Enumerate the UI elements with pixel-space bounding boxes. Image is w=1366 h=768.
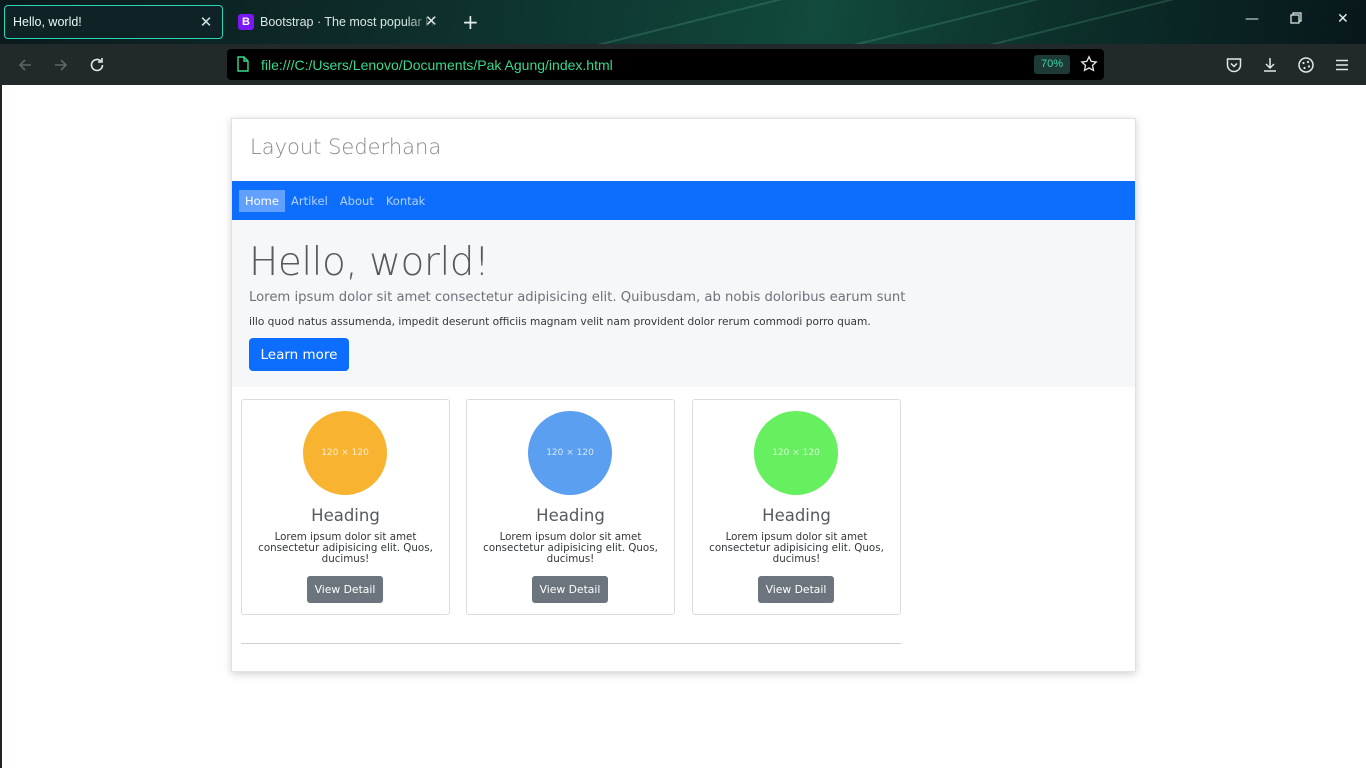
window-edge [0, 85, 2, 768]
image-size-label: 120 × 120 [772, 448, 820, 458]
card-heading: Heading [311, 506, 380, 525]
extensions-icon[interactable] [1296, 55, 1316, 75]
tab-strip: Hello, world! ✕ B Bootstrap · The most p… [0, 0, 1366, 44]
jumbotron-heading: Hello, world! [249, 240, 490, 285]
card-image-placeholder: 120 × 120 [754, 411, 838, 495]
menu-icon[interactable] [1332, 55, 1352, 75]
bookmark-star-icon[interactable] [1080, 55, 1098, 77]
tab-bootstrap[interactable]: B Bootstrap · The most popular HTML, CSS… [236, 5, 440, 39]
forward-icon[interactable] [51, 55, 71, 75]
card-image-placeholder: 120 × 120 [528, 411, 612, 495]
close-window-icon[interactable]: ✕ [1337, 12, 1349, 26]
view-detail-button[interactable]: View Detail [758, 576, 834, 603]
jumbotron-lead: Lorem ipsum dolor sit amet consectetur a… [249, 290, 906, 305]
reload-icon[interactable] [87, 55, 107, 75]
tab-title: Hello, world! [13, 15, 82, 29]
image-size-label: 120 × 120 [546, 448, 594, 458]
learn-more-button[interactable]: Learn more [249, 338, 349, 371]
back-icon[interactable] [15, 55, 35, 75]
bootstrap-favicon-icon: B [238, 14, 254, 30]
card-text: Lorem ipsum dolor sit amet consectetur a… [709, 531, 884, 565]
site-title: Layout Sederhana [250, 135, 442, 159]
nav-item-kontak[interactable]: Kontak [380, 190, 432, 212]
view-detail-button[interactable]: View Detail [532, 576, 608, 603]
close-tab-icon[interactable]: ✕ [425, 14, 438, 29]
url-bar[interactable]: file:///C:/Users/Lenovo/Documents/Pak Ag… [227, 49, 1104, 80]
tab-title: Bootstrap · The most popular HTML, CSS, … [260, 15, 438, 29]
close-tab-icon[interactable]: ✕ [198, 14, 214, 30]
new-tab-icon[interactable]: + [462, 12, 479, 32]
card-text: Lorem ipsum dolor sit amet consectetur a… [483, 531, 658, 565]
image-size-label: 120 × 120 [321, 448, 369, 458]
downloads-icon[interactable] [1260, 55, 1280, 75]
jumbotron: Hello, world! Lorem ipsum dolor sit amet… [232, 220, 1135, 387]
card-image-placeholder: 120 × 120 [303, 411, 387, 495]
card-heading: Heading [762, 506, 831, 525]
card: 120 × 120 Heading Lorem ipsum dolor sit … [466, 399, 675, 615]
card: 120 × 120 Heading Lorem ipsum dolor sit … [241, 399, 450, 615]
minimize-icon[interactable]: — [1245, 12, 1259, 26]
view-detail-button[interactable]: View Detail [307, 576, 383, 603]
zoom-level-badge[interactable]: 70% [1033, 55, 1070, 74]
layout-container: Layout Sederhana Home Artikel About Kont… [231, 118, 1136, 672]
tab-hello-world[interactable]: Hello, world! ✕ [4, 5, 223, 39]
card-text: Lorem ipsum dolor sit amet consectetur a… [258, 531, 433, 565]
restore-icon[interactable] [1290, 12, 1302, 27]
pocket-icon[interactable] [1224, 55, 1244, 75]
card-heading: Heading [536, 506, 605, 525]
url-text: file:///C:/Users/Lenovo/Documents/Pak Ag… [261, 56, 613, 73]
page-icon [236, 56, 250, 76]
card: 120 × 120 Heading Lorem ipsum dolor sit … [692, 399, 901, 615]
jumbotron-text: illo quod natus assumenda, impedit deser… [249, 316, 871, 328]
site-navbar: Home Artikel About Kontak [232, 181, 1135, 220]
nav-item-artikel[interactable]: Artikel [285, 190, 334, 212]
nav-item-about[interactable]: About [334, 190, 380, 212]
background-streak [983, 0, 1237, 44]
page-viewport: Layout Sederhana Home Artikel About Kont… [0, 85, 1366, 768]
divider [241, 643, 901, 644]
browser-toolbar: file:///C:/Users/Lenovo/Documents/Pak Ag… [0, 44, 1366, 85]
nav-item-home[interactable]: Home [239, 189, 285, 212]
